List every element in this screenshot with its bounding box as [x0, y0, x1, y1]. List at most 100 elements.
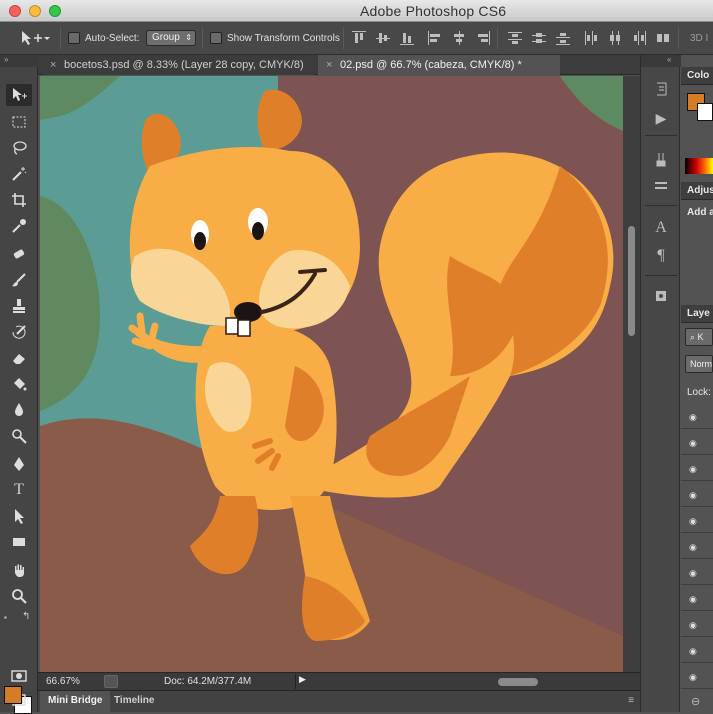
- status-menu-arrow-icon[interactable]: ▶: [295, 674, 309, 689]
- layer-row[interactable]: ◉: [681, 637, 713, 663]
- zoom-icon[interactable]: [6, 585, 32, 607]
- type-icon[interactable]: T: [6, 479, 32, 501]
- visibility-eye-icon[interactable]: ◉: [689, 620, 705, 630]
- layer-row[interactable]: ◉: [681, 559, 713, 585]
- close-window-button[interactable]: [9, 5, 21, 17]
- history-panel-icon[interactable]: [651, 80, 671, 98]
- brush-panel-icon[interactable]: [651, 150, 671, 168]
- show-transform-controls-checkbox[interactable]: [210, 32, 222, 44]
- visibility-eye-icon[interactable]: ◉: [689, 490, 705, 500]
- vertical-scroll-thumb[interactable]: [628, 226, 635, 336]
- color-panel-background-swatch[interactable]: [697, 103, 713, 121]
- color-panel-title[interactable]: Colo: [687, 70, 709, 81]
- close-tab-icon[interactable]: ×: [326, 55, 332, 75]
- crop-icon[interactable]: [6, 189, 32, 211]
- panel-menu-icon[interactable]: ≡: [628, 695, 634, 706]
- swap-colors-icon[interactable]: ↰: [22, 611, 34, 623]
- default-colors-icon[interactable]: ▪: [4, 613, 14, 623]
- visibility-eye-icon[interactable]: ◉: [689, 464, 705, 474]
- foreground-color-swatch[interactable]: [4, 686, 22, 704]
- eyedropper-icon[interactable]: [6, 215, 32, 237]
- tools-panel: » T ▪ ↰: [0, 55, 38, 714]
- layer-row[interactable]: ◉: [681, 481, 713, 507]
- paragraph-panel-icon[interactable]: ¶: [651, 247, 671, 265]
- auto-align-layers-icon[interactable]: [656, 31, 670, 45]
- brush-presets-icon[interactable]: [651, 177, 671, 195]
- align-bottom-edges-icon[interactable]: [400, 31, 414, 45]
- document-tab[interactable]: × bocetos3.psd @ 8.33% (Layer 28 copy, C…: [42, 55, 314, 75]
- layer-row[interactable]: ◉: [681, 585, 713, 611]
- blur-icon[interactable]: [6, 399, 32, 421]
- history-brush-icon[interactable]: [6, 321, 32, 343]
- adjustments-panel-title[interactable]: Adjus: [687, 185, 713, 196]
- quick-mask-icon[interactable]: [6, 665, 32, 687]
- distribute-horizontal-centers-icon[interactable]: [608, 31, 622, 45]
- tab-mini-bridge[interactable]: Mini Bridge: [40, 691, 111, 713]
- visibility-eye-icon[interactable]: ◉: [689, 594, 705, 604]
- distribute-left-edges-icon[interactable]: [584, 31, 598, 45]
- clone-stamp-icon[interactable]: [6, 295, 32, 317]
- distribute-top-edges-icon[interactable]: [508, 31, 522, 45]
- distribute-bottom-edges-icon[interactable]: [556, 31, 570, 45]
- align-left-edges-icon[interactable]: [428, 31, 442, 45]
- zoom-level-field[interactable]: 66.67%: [46, 676, 80, 687]
- lasso-icon[interactable]: [6, 137, 32, 159]
- rectangular-marquee-icon[interactable]: [6, 111, 32, 133]
- color-panel-header: Colo: [681, 67, 713, 85]
- link-layers-icon[interactable]: ⊖: [691, 695, 700, 708]
- visibility-eye-icon[interactable]: ◉: [689, 438, 705, 448]
- move-tool-icon[interactable]: [6, 84, 32, 106]
- distribute-vertical-centers-icon[interactable]: [532, 31, 546, 45]
- vertical-scrollbar[interactable]: [623, 76, 640, 672]
- magic-wand-icon[interactable]: [6, 163, 32, 185]
- pen-icon[interactable]: [6, 453, 32, 475]
- layer-row[interactable]: ◉: [681, 403, 713, 429]
- path-selection-icon[interactable]: [6, 505, 32, 527]
- blend-mode-dropdown[interactable]: Norm: [685, 355, 713, 373]
- horizontal-scroll-thumb[interactable]: [498, 678, 538, 686]
- layers-panel-title[interactable]: Laye: [687, 308, 710, 319]
- actions-play-icon[interactable]: ▶: [651, 109, 671, 127]
- align-vertical-centers-icon[interactable]: [376, 31, 390, 45]
- close-tab-icon[interactable]: ×: [50, 55, 56, 75]
- layer-filter-dropdown[interactable]: ⌕ K: [685, 328, 713, 346]
- hand-icon[interactable]: [6, 559, 32, 581]
- minimize-window-button[interactable]: [29, 5, 41, 17]
- move-tool-preset-icon[interactable]: [20, 30, 50, 46]
- visibility-eye-icon[interactable]: ◉: [689, 516, 705, 526]
- visibility-eye-icon[interactable]: ◉: [689, 672, 705, 682]
- rectangle-shape-icon[interactable]: [6, 531, 32, 553]
- align-top-edges-icon[interactable]: [352, 31, 366, 45]
- align-right-edges-icon[interactable]: [476, 31, 490, 45]
- layer-row[interactable]: ◉: [681, 611, 713, 637]
- align-horizontal-centers-icon[interactable]: [452, 31, 466, 45]
- healing-brush-icon[interactable]: [6, 243, 32, 265]
- eraser-icon[interactable]: [6, 347, 32, 369]
- dodge-icon[interactable]: [6, 425, 32, 447]
- layers-panel-header: Laye: [681, 305, 713, 323]
- layer-row[interactable]: ◉: [681, 455, 713, 481]
- visibility-eye-icon[interactable]: ◉: [689, 568, 705, 578]
- document-tab-active[interactable]: × 02.psd @ 66.7% (cabeza, CMYK/8) *: [318, 55, 560, 75]
- visibility-eye-icon[interactable]: ◉: [689, 412, 705, 422]
- color-ramp-spectrum[interactable]: [685, 158, 713, 174]
- brush-icon[interactable]: [6, 269, 32, 291]
- visibility-eye-icon[interactable]: ◉: [689, 542, 705, 552]
- visibility-eye-icon[interactable]: ◉: [689, 646, 705, 656]
- auto-select-target-dropdown[interactable]: Group ⇕: [146, 30, 196, 46]
- character-panel-icon[interactable]: A: [651, 219, 671, 237]
- expand-dock-icon[interactable]: «: [641, 55, 681, 67]
- auto-select-checkbox[interactable]: [68, 32, 80, 44]
- zoom-window-button[interactable]: [49, 5, 61, 17]
- layer-row[interactable]: ◉: [681, 663, 713, 689]
- distribute-right-edges-icon[interactable]: [632, 31, 646, 45]
- 3d-panel-icon[interactable]: [651, 287, 671, 305]
- collapse-panel-icon[interactable]: »: [0, 55, 38, 67]
- tab-timeline[interactable]: Timeline: [106, 691, 162, 713]
- layer-row[interactable]: ◉: [681, 533, 713, 559]
- status-info-icon[interactable]: [104, 675, 118, 688]
- document-canvas[interactable]: [40, 76, 623, 672]
- paint-bucket-icon[interactable]: [6, 373, 32, 395]
- layer-row[interactable]: ◉: [681, 507, 713, 533]
- layer-row[interactable]: ◉: [681, 429, 713, 455]
